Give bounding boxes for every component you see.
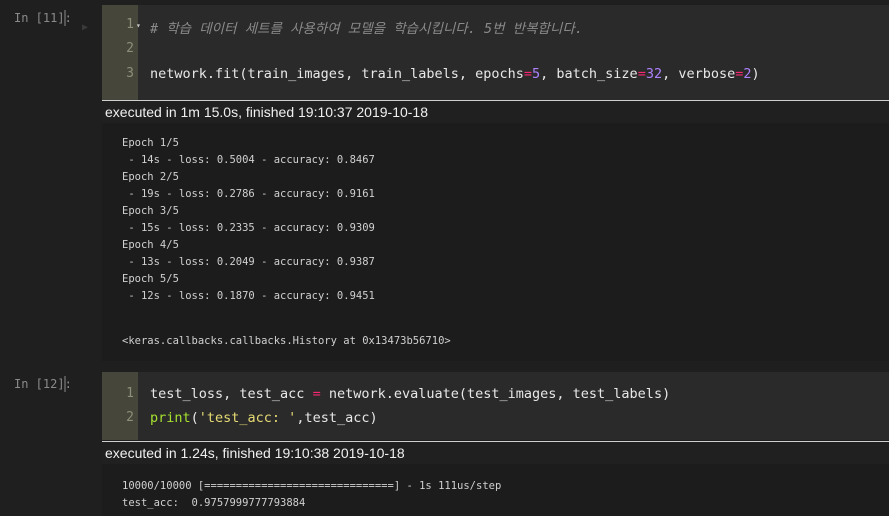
line-number: 2 xyxy=(126,410,134,425)
code-line-print: print('test_acc: ',test_acc) xyxy=(150,410,378,426)
execution-time: executed in 1.24s, finished 19:10:38 201… xyxy=(102,441,889,464)
output-line: - 13s - loss: 0.2049 - accuracy: 0.9387 xyxy=(122,256,375,268)
execution-time: executed in 1m 15.0s, finished 19:10:37 … xyxy=(102,100,889,123)
code-line-evaluate: test_loss, test_acc = network.evaluate(t… xyxy=(150,386,671,402)
line-number: 1 xyxy=(126,386,134,401)
line-gutter: 1 2 xyxy=(102,372,138,440)
output-line: Epoch 1/5 xyxy=(122,137,179,149)
output-result: <keras.callbacks.callbacks.History at 0x… xyxy=(122,335,451,347)
line-number: 3 xyxy=(126,66,134,81)
cell-output: Epoch 1/5 - 14s - loss: 0.5004 - accurac… xyxy=(102,123,889,361)
code-comment: # 학습 데이터 세트를 사용하여 모델을 학습시킵니다. 5번 반복합니다. xyxy=(150,21,583,37)
line-number: 2 xyxy=(126,41,134,56)
fold-arrow-icon[interactable]: ▾ xyxy=(136,21,141,30)
output-line: - 12s - loss: 0.1870 - accuracy: 0.9451 xyxy=(122,290,375,302)
output-line: - 19s - loss: 0.2786 - accuracy: 0.9161 xyxy=(122,188,375,200)
output-line: Epoch 5/5 xyxy=(122,273,179,285)
line-number: 1 xyxy=(126,17,134,32)
output-line: - 14s - loss: 0.5004 - accuracy: 0.8467 xyxy=(122,154,375,166)
output-line: Epoch 4/5 xyxy=(122,239,179,251)
run-icon[interactable]: ▶ xyxy=(82,22,88,33)
output-line: Epoch 2/5 xyxy=(122,171,179,183)
prompt-divider xyxy=(64,376,66,392)
code-line-fit: network.fit(train_images, train_labels, … xyxy=(150,66,760,82)
code-input[interactable]: 1 ▾ 2 3 # 학습 데이터 세트를 사용하여 모델을 학습시킵니다. 5번… xyxy=(102,5,889,100)
prompt-divider xyxy=(64,10,66,26)
cell-output: 10000/10000 [===========================… xyxy=(102,464,889,516)
code-input[interactable]: 1 2 test_loss, test_acc = network.evalua… xyxy=(102,372,889,440)
output-line: 10000/10000 [===========================… xyxy=(122,480,502,492)
line-gutter: 1 ▾ 2 3 xyxy=(102,5,141,100)
output-line: - 15s - loss: 0.2335 - accuracy: 0.9309 xyxy=(122,222,375,234)
output-line: test_acc: 0.9757999777793884 xyxy=(122,497,306,509)
output-line: Epoch 3/5 xyxy=(122,205,179,217)
